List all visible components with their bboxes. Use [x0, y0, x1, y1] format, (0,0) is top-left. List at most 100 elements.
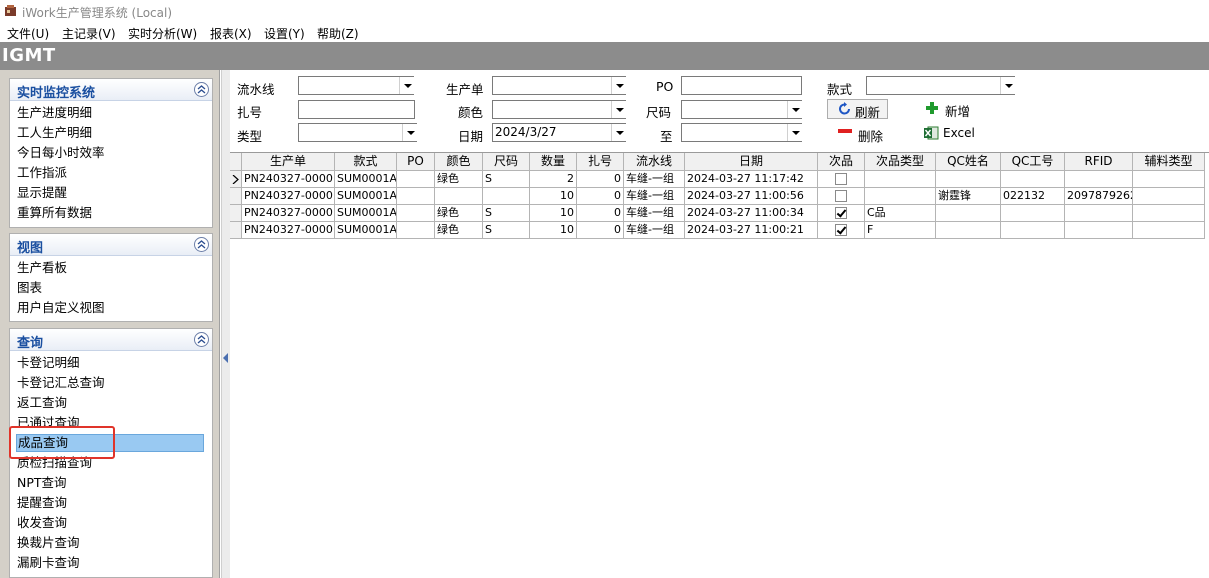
row-indicator[interactable] [230, 222, 242, 239]
row-indicator[interactable] [230, 171, 242, 188]
col-header-defect-type[interactable]: 次品类型 [865, 153, 936, 171]
order-select[interactable] [492, 76, 626, 95]
table-cell[interactable]: 车缝-一组 [624, 188, 685, 205]
table-cell[interactable] [1065, 222, 1133, 239]
sidebar-item-card-detail[interactable]: 卡登记明细 [17, 354, 80, 372]
defect-checkbox-cell[interactable] [818, 222, 865, 239]
table-cell[interactable] [1133, 171, 1205, 188]
table-cell[interactable] [435, 188, 483, 205]
col-header-qty[interactable]: 数量 [530, 153, 577, 171]
table-cell[interactable]: 10 [530, 188, 577, 205]
col-header-bundle[interactable]: 扎号 [577, 153, 624, 171]
bundle-input[interactable] [298, 100, 415, 119]
panel-splitter[interactable] [221, 70, 230, 578]
table-cell[interactable]: F [865, 222, 936, 239]
sidebar-item-cut-piece-query[interactable]: 换裁片查询 [17, 534, 80, 552]
table-cell[interactable]: S [483, 205, 530, 222]
table-cell[interactable]: 0 [577, 188, 624, 205]
table-cell[interactable]: 022132 [1001, 188, 1065, 205]
add-button[interactable]: 新增 [923, 99, 983, 119]
chevron-down-icon[interactable] [611, 101, 626, 118]
table-cell[interactable]: PN240327-00001 [242, 171, 335, 188]
table-cell[interactable] [1133, 188, 1205, 205]
col-header-po[interactable]: PO [397, 153, 435, 171]
menu-file[interactable]: 文件(U) [7, 25, 49, 42]
table-cell[interactable]: 车缝-一组 [624, 205, 685, 222]
table-cell[interactable]: SUM0001A [335, 171, 397, 188]
menu-realtime-analysis[interactable]: 实时分析(W) [128, 25, 197, 42]
table-cell[interactable]: C品 [865, 205, 936, 222]
sidebar-item-production-board[interactable]: 生产看板 [17, 259, 67, 277]
chevron-down-icon[interactable] [402, 124, 417, 141]
defect-checkbox[interactable] [835, 190, 847, 202]
chevron-down-icon[interactable] [1000, 77, 1015, 94]
table-cell[interactable]: S [483, 222, 530, 239]
refresh-button[interactable]: 刷新 [827, 99, 888, 120]
sidebar-item-hourly-efficiency[interactable]: 今日每小时效率 [17, 144, 105, 162]
col-header-order[interactable]: 生产单 [242, 153, 335, 171]
table-cell[interactable] [1133, 222, 1205, 239]
table-cell[interactable] [1065, 205, 1133, 222]
row-indicator[interactable] [230, 188, 242, 205]
col-header-defect[interactable]: 次品 [818, 153, 865, 171]
color-select[interactable] [492, 100, 626, 119]
defect-checkbox-cell[interactable] [818, 205, 865, 222]
table-cell[interactable]: SUM0001A [335, 188, 397, 205]
date-to-picker[interactable] [681, 123, 802, 142]
table-cell[interactable] [1065, 171, 1133, 188]
table-cell[interactable]: 车缝-一组 [624, 171, 685, 188]
menu-help[interactable]: 帮助(Z) [317, 25, 359, 42]
defect-checkbox-cell[interactable] [818, 171, 865, 188]
sidebar-item-recalc-all[interactable]: 重算所有数据 [17, 204, 92, 222]
table-cell[interactable]: 绿色 [435, 171, 483, 188]
table-cell[interactable]: S [483, 171, 530, 188]
table-cell[interactable]: 2024-03-27 11:17:42 [685, 171, 818, 188]
style-select[interactable] [866, 76, 1015, 95]
menu-settings[interactable]: 设置(Y) [264, 25, 305, 42]
table-cell[interactable] [1001, 222, 1065, 239]
panel-header[interactable]: 视图 [10, 234, 212, 256]
table-cell[interactable]: 0 [577, 222, 624, 239]
table-cell[interactable]: 0 [577, 205, 624, 222]
line-select[interactable] [298, 76, 414, 95]
col-header-qc-id[interactable]: QC工号 [1001, 153, 1065, 171]
po-input[interactable] [681, 76, 802, 95]
menu-reports[interactable]: 报表(X) [210, 25, 252, 42]
date-from-picker[interactable]: 2024/3/27 [492, 123, 626, 142]
table-cell[interactable] [397, 171, 435, 188]
defect-checkbox-cell[interactable] [818, 188, 865, 205]
chevron-down-icon[interactable] [399, 77, 414, 94]
table-cell[interactable]: 2 [530, 171, 577, 188]
table-cell[interactable] [397, 188, 435, 205]
table-cell[interactable] [397, 205, 435, 222]
sidebar-item-worker-detail[interactable]: 工人生产明细 [17, 124, 92, 142]
col-header-qc-name[interactable]: QC姓名 [936, 153, 1001, 171]
chevron-down-icon[interactable] [787, 124, 802, 141]
table-cell[interactable] [865, 188, 936, 205]
sidebar-item-progress-detail[interactable]: 生产进度明细 [17, 104, 92, 122]
table-cell[interactable]: 绿色 [435, 205, 483, 222]
sidebar-item-missed-swipe-query[interactable]: 漏刷卡查询 [17, 554, 80, 572]
table-cell[interactable]: 2097879262 [1065, 188, 1133, 205]
col-header-line[interactable]: 流水线 [624, 153, 685, 171]
defect-checkbox-checked[interactable] [835, 224, 847, 236]
col-header-accessory-type[interactable]: 辅料类型 [1133, 153, 1205, 171]
menu-master-records[interactable]: 主记录(V) [62, 25, 116, 42]
table-cell[interactable]: 10 [530, 222, 577, 239]
sidebar-item-card-summary[interactable]: 卡登记汇总查询 [17, 374, 105, 392]
table-cell[interactable]: SUM0001A [335, 222, 397, 239]
table-cell[interactable] [936, 171, 1001, 188]
collapse-up-icon[interactable] [194, 332, 209, 347]
table-cell[interactable] [936, 222, 1001, 239]
table-cell[interactable] [1001, 205, 1065, 222]
panel-header[interactable]: 实时监控系统 [10, 79, 212, 101]
collapse-up-icon[interactable] [194, 82, 209, 97]
col-header-color[interactable]: 颜色 [435, 153, 483, 171]
table-cell[interactable]: 谢霆锋 [936, 188, 1001, 205]
col-header-rfid[interactable]: RFID [1065, 153, 1133, 171]
table-cell[interactable]: 车缝-一组 [624, 222, 685, 239]
table-cell[interactable]: 10 [530, 205, 577, 222]
chevron-down-icon[interactable] [611, 77, 626, 94]
panel-header[interactable]: 查询 [10, 329, 212, 351]
table-cell[interactable] [1001, 171, 1065, 188]
